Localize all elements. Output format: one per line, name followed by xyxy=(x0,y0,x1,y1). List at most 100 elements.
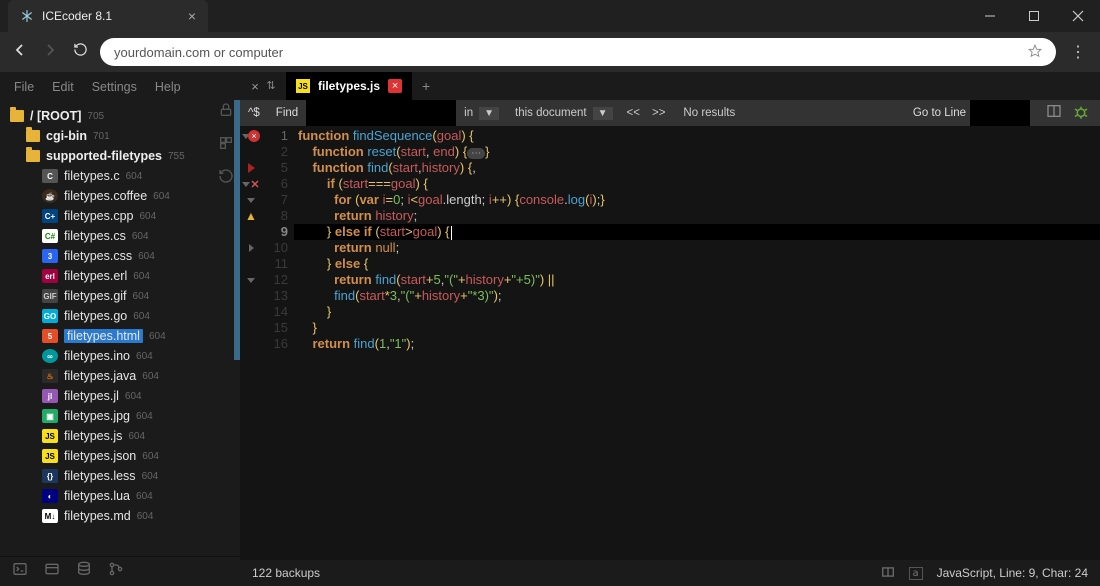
tab-close-icon[interactable]: × xyxy=(388,79,402,93)
app-menu-bar: File Edit Settings Help xyxy=(0,72,240,102)
tree-file-size: 604 xyxy=(125,391,142,402)
tree-file-size: 604 xyxy=(132,231,149,242)
tree-file[interactable]: GOfiletypes.go604 xyxy=(6,306,240,326)
find-scope-in[interactable]: in xyxy=(464,107,473,119)
chevron-down-icon[interactable]: ▼ xyxy=(479,107,499,120)
tree-file-size: 604 xyxy=(133,311,150,322)
code-editor[interactable]: × ✕ ▲ 125678910111213141516 function fin xyxy=(240,126,1100,560)
nav-back-button[interactable] xyxy=(10,42,30,63)
filetype-icon: jl xyxy=(42,389,58,403)
tree-file-size: 604 xyxy=(153,191,170,202)
tree-file[interactable]: M↓filetypes.md604 xyxy=(6,506,240,526)
tree-file-name: filetypes.cpp xyxy=(64,209,133,223)
nav-forward-button[interactable] xyxy=(40,42,60,63)
tree-file[interactable]: ☕filetypes.coffee604 xyxy=(6,186,240,206)
editor-tab-title: filetypes.js xyxy=(318,79,380,93)
find-input[interactable] xyxy=(306,100,456,126)
tree-file-size: 604 xyxy=(133,271,150,282)
tree-file-name: filetypes.c xyxy=(64,169,120,183)
find-prev-button[interactable]: << xyxy=(621,107,646,119)
browser-menu-button[interactable]: ⋮ xyxy=(1066,42,1090,62)
tree-file[interactable]: ∞filetypes.ino604 xyxy=(6,346,240,366)
git-icon[interactable] xyxy=(108,561,124,582)
tree-file[interactable]: 3filetypes.css604 xyxy=(6,246,240,266)
tree-file-size: 604 xyxy=(149,331,166,342)
browser-tab[interactable]: ICEcoder 8.1 × xyxy=(8,0,208,32)
sidebar-bottom-tools xyxy=(0,556,240,586)
menu-help[interactable]: Help xyxy=(155,80,181,94)
tree-file-name: filetypes.js xyxy=(64,429,122,443)
tree-folder-supported-filetypes[interactable]: supported-filetypes 755 xyxy=(6,146,240,166)
find-bar: ^$ Find in ▼ this document ▼ << >> No re… xyxy=(240,100,1100,126)
output-icon[interactable] xyxy=(44,561,60,582)
tree-file-name: filetypes.ino xyxy=(64,349,130,363)
tree-file-name: filetypes.css xyxy=(64,249,132,263)
terminal-icon[interactable] xyxy=(12,561,28,582)
tree-file[interactable]: ♨filetypes.java604 xyxy=(6,366,240,386)
filetype-icon: M↓ xyxy=(42,509,58,523)
line-numbers[interactable]: 125678910111213141516 xyxy=(262,126,294,560)
close-all-tabs-icon[interactable]: × xyxy=(248,79,262,94)
new-tab-button[interactable]: + xyxy=(412,78,440,94)
folder-icon xyxy=(26,150,40,162)
menu-edit[interactable]: Edit xyxy=(52,80,74,94)
tree-root[interactable]: / [ROOT] 705 xyxy=(6,106,240,126)
tree-file[interactable]: ◐filetypes.lua604 xyxy=(6,486,240,506)
tree-file[interactable]: C#filetypes.cs604 xyxy=(6,226,240,246)
bug-icon[interactable] xyxy=(1072,103,1090,124)
split-view-icon[interactable] xyxy=(881,565,895,582)
tree-file[interactable]: C+filetypes.cpp604 xyxy=(6,206,240,226)
close-icon[interactable]: × xyxy=(188,8,196,24)
tree-file[interactable]: jlfiletypes.jl604 xyxy=(6,386,240,406)
tree-file-size: 604 xyxy=(139,211,156,222)
tree-file-size: 604 xyxy=(126,171,143,182)
tree-file[interactable]: JSfiletypes.json604 xyxy=(6,446,240,466)
regex-toggle[interactable]: ^$ xyxy=(248,107,260,119)
editor-tab-filetypes-js[interactable]: JS filetypes.js × xyxy=(286,72,412,100)
refresh-icon[interactable] xyxy=(218,168,234,189)
tree-file[interactable]: Cfiletypes.c604 xyxy=(6,166,240,186)
breakpoint-icon[interactable] xyxy=(248,163,255,173)
bookmark-star-icon[interactable] xyxy=(1028,44,1042,61)
tree-file[interactable]: ▣filetypes.jpg604 xyxy=(6,406,240,426)
menu-settings[interactable]: Settings xyxy=(92,80,137,94)
goto-line-input[interactable] xyxy=(970,100,1030,126)
database-icon[interactable] xyxy=(76,561,92,582)
layout-icon[interactable] xyxy=(1046,103,1062,124)
maximize-button[interactable] xyxy=(1012,0,1056,32)
window-close-button[interactable] xyxy=(1056,0,1100,32)
filetype-icon: C# xyxy=(42,229,58,243)
menu-file[interactable]: File xyxy=(14,80,34,94)
gutter-marks[interactable]: × ✕ ▲ xyxy=(240,126,262,560)
minimize-button[interactable] xyxy=(968,0,1012,32)
tree-file[interactable]: erlfiletypes.erl604 xyxy=(6,266,240,286)
file-manager-sidebar: File Edit Settings Help / [ROOT] 705 cgi… xyxy=(0,72,240,586)
filetype-icon: 3 xyxy=(42,249,58,263)
find-next-button[interactable]: >> xyxy=(646,107,671,119)
filetype-icon: ◐ xyxy=(42,489,58,503)
tree-file-size: 604 xyxy=(133,291,150,302)
chevron-down-icon[interactable]: ▼ xyxy=(593,107,613,120)
tree-file[interactable]: JSfiletypes.js604 xyxy=(6,426,240,446)
tree-file-size: 604 xyxy=(142,471,159,482)
file-tree[interactable]: / [ROOT] 705 cgi-bin 701 supported-filet… xyxy=(0,102,240,556)
tree-file[interactable]: {}filetypes.less604 xyxy=(6,466,240,486)
nav-reload-button[interactable] xyxy=(70,42,90,62)
tree-file[interactable]: GIFfiletypes.gif604 xyxy=(6,286,240,306)
tree-file-name: filetypes.md xyxy=(64,509,131,523)
char-display-icon[interactable]: a xyxy=(909,567,923,580)
tab-sort-icon[interactable]: ⇅ xyxy=(264,79,278,94)
url-bar[interactable]: yourdomain.com or computer xyxy=(100,38,1056,66)
backups-count[interactable]: 122 backups xyxy=(252,566,320,580)
tree-file-size: 604 xyxy=(136,491,153,502)
tree-file[interactable]: 5filetypes.html604 xyxy=(6,326,240,346)
plugins-icon[interactable] xyxy=(218,135,234,156)
tree-folder-cgi-bin[interactable]: cgi-bin 701 xyxy=(6,126,240,146)
lock-icon[interactable] xyxy=(218,102,234,123)
browser-toolbar: yourdomain.com or computer ⋮ xyxy=(0,32,1100,72)
js-icon: JS xyxy=(296,79,310,93)
find-scope-doc[interactable]: this document xyxy=(515,107,587,119)
code-content[interactable]: function findSequence(goal) { function r… xyxy=(294,126,1100,560)
editor-main: × ⇅ JS filetypes.js × + ^$ Find in ▼ thi… xyxy=(240,72,1100,586)
tree-file-size: 604 xyxy=(142,451,159,462)
